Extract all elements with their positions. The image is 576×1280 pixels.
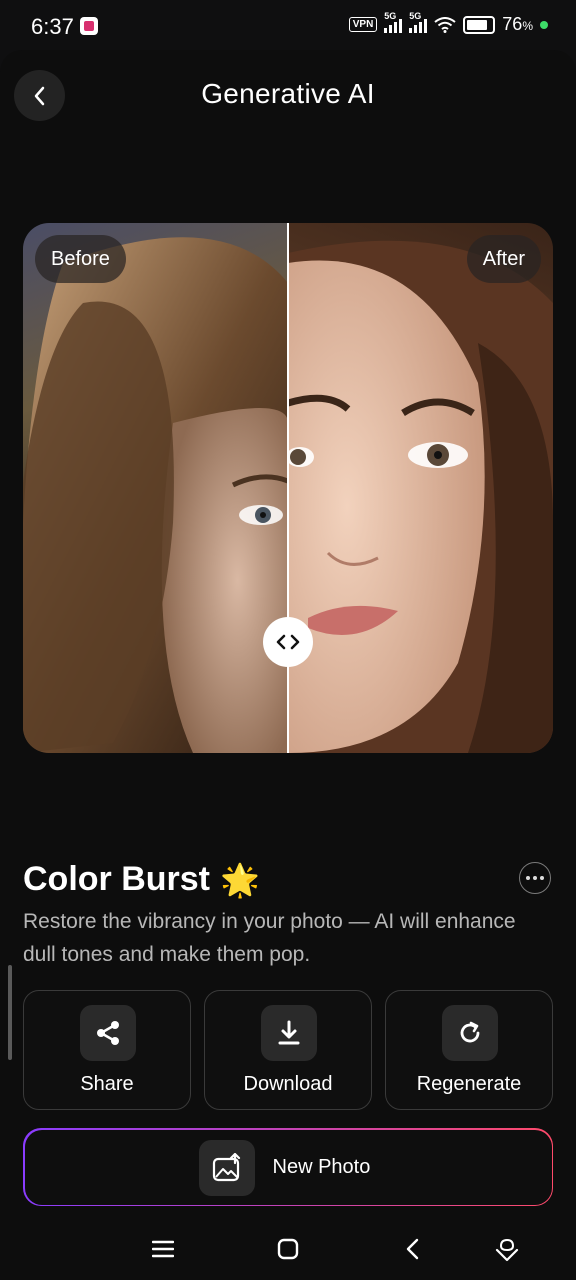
- app-notification-icon: [80, 17, 98, 35]
- home-square-icon: [277, 1238, 299, 1260]
- page-title: Generative AI: [201, 78, 375, 109]
- compare-arrows-icon: [276, 634, 300, 650]
- before-after-compare[interactable]: Before After: [23, 223, 553, 753]
- share-label: Share: [80, 1073, 134, 1095]
- screen: 6:37 VPN 5G 5G 76% Generative AI Before …: [0, 0, 576, 1280]
- vpn-icon: VPN: [348, 17, 378, 32]
- effect-title-text: Color Burst: [23, 860, 210, 898]
- signal-icon-2: 5G: [409, 11, 428, 33]
- effect-description: Restore the vibrancy in your photo — AI …: [23, 910, 516, 966]
- status-time: 6:37: [31, 14, 74, 39]
- after-label: After: [466, 235, 541, 283]
- battery-icon: [463, 15, 496, 34]
- compare-divider[interactable]: [287, 223, 289, 753]
- back-triangle-icon: [406, 1238, 419, 1260]
- image-upload-icon: [198, 1139, 255, 1196]
- compare-handle[interactable]: [263, 617, 313, 667]
- battery-percent: 76%: [502, 14, 533, 34]
- home-nav-button[interactable]: [271, 1232, 305, 1266]
- download-button[interactable]: Download: [204, 990, 372, 1110]
- before-image: Before: [23, 223, 288, 753]
- share-icon: [80, 1005, 136, 1061]
- after-image: After: [288, 223, 553, 753]
- after-portrait-illustration: [288, 240, 553, 753]
- star-emoji-icon: 🌟: [220, 861, 260, 898]
- effect-title: Color Burst 🌟: [23, 860, 260, 899]
- new-photo-button[interactable]: New Photo: [23, 1128, 553, 1206]
- download-icon: [261, 1005, 317, 1061]
- signal-icon: 5G: [384, 11, 403, 33]
- download-label: Download: [243, 1073, 333, 1095]
- status-icons: VPN 5G 5G 76%: [348, 11, 548, 35]
- assistant-icon: [495, 1238, 519, 1262]
- new-photo-label: New Photo: [272, 1155, 371, 1178]
- assistant-nav-button[interactable]: [490, 1232, 524, 1266]
- regenerate-button[interactable]: Regenerate: [385, 990, 553, 1110]
- status-bar: 6:37 VPN 5G 5G 76%: [0, 0, 576, 56]
- regenerate-label: Regenerate: [416, 1073, 522, 1095]
- before-label: Before: [35, 235, 126, 283]
- scroll-indicator: [8, 965, 12, 1060]
- before-portrait-illustration: [23, 237, 288, 753]
- system-nav-bar: [0, 1218, 576, 1280]
- menu-nav-button[interactable]: [146, 1232, 180, 1266]
- share-button[interactable]: Share: [23, 990, 191, 1110]
- more-options-button[interactable]: [519, 862, 551, 894]
- menu-icon: [152, 1240, 174, 1258]
- back-nav-button[interactable]: [396, 1232, 430, 1266]
- refresh-icon: [442, 1005, 498, 1061]
- wifi-icon: [434, 16, 456, 33]
- privacy-dot: [540, 20, 548, 29]
